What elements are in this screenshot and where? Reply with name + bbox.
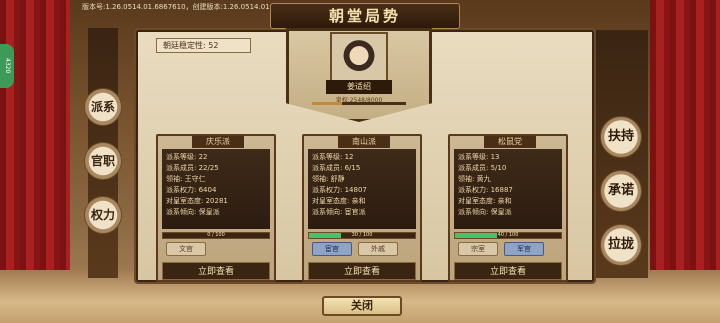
faction-stance: 派系倾向: 宦官派 (312, 208, 366, 216)
faction-name: 松鼠党 (484, 136, 536, 148)
faction-leader: 领袖: 舒静 (312, 175, 345, 183)
recruit-button[interactable]: 拉拢 (600, 224, 642, 266)
faction-stance: 派系倾向: 保皇派 (458, 208, 512, 216)
power-tab[interactable]: 权力 (84, 196, 122, 234)
faction-tab[interactable]: 派系 (84, 88, 122, 126)
faction-attitude: 对皇室态度: 20281 (166, 197, 228, 205)
faction-card: 松鼠党 派系等级: 13 派系成员: 5/10 领袖: 黄九 派系权力: 168… (448, 134, 568, 282)
faction-attitude: 对皇室态度: 亲和 (312, 197, 366, 205)
view-faction-button[interactable]: 立即查看 (454, 262, 562, 280)
close-button[interactable]: 关闭 (322, 296, 402, 316)
faction-members: 派系成员: 5/10 (458, 164, 507, 172)
faction-tag: 文官 (166, 242, 206, 256)
progress-text: 0 / 100 (207, 232, 225, 238)
faction-info: 派系等级: 13 派系成员: 5/10 领袖: 黄九 派系权力: 16887 对… (454, 149, 562, 229)
support-button[interactable]: 扶持 (600, 116, 642, 158)
side-resource-tab[interactable]: 4320 (0, 44, 14, 88)
faction-progress: 0 / 100 (162, 232, 270, 239)
game-screen: 4320 派系 官职 权力 扶持 承诺 拉拢 版本号:1.26.0514.01.… (0, 0, 720, 323)
view-faction-button[interactable]: 立即查看 (308, 262, 416, 280)
faction-level: 派系等级: 22 (166, 153, 208, 161)
faction-attitude: 对皇室态度: 亲和 (458, 197, 512, 205)
faction-tag: 军官 (504, 242, 544, 256)
faction-info: 派系等级: 22 派系成员: 22/25 领袖: 王守仁 派系权力: 6404 … (162, 149, 270, 229)
faction-name: 庆乐派 (192, 136, 244, 148)
office-tab[interactable]: 官职 (84, 142, 122, 180)
page-title: 朝堂局势 (270, 3, 460, 29)
faction-leader: 领袖: 王守仁 (166, 175, 206, 183)
faction-tag: 宦官 (312, 242, 352, 256)
prestige-bar (312, 102, 406, 105)
faction-progress: 40 / 100 (454, 232, 562, 239)
faction-members: 派系成员: 6/15 (312, 164, 361, 172)
progress-text: 30 / 100 (351, 232, 373, 238)
faction-leader: 领袖: 黄九 (458, 175, 491, 183)
faction-power: 派系权力: 6404 (166, 186, 217, 194)
faction-power: 派系权力: 14807 (312, 186, 367, 194)
faction-name: 南山派 (338, 136, 390, 148)
faction-members: 派系成员: 22/25 (166, 164, 219, 172)
emperor-name: 姜适绍 (326, 80, 392, 94)
faction-card: 庆乐派 派系等级: 22 派系成员: 22/25 领袖: 王守仁 派系权力: 6… (156, 134, 276, 282)
promise-button[interactable]: 承诺 (600, 170, 642, 212)
faction-tag: 宗室 (458, 242, 498, 256)
court-stability: 朝廷稳定性: 52 (156, 38, 251, 53)
faction-tag: 外戚 (358, 242, 398, 256)
prestige-fill (312, 102, 343, 105)
faction-card: 南山派 派系等级: 12 派系成员: 6/15 领袖: 舒静 派系权力: 148… (302, 134, 422, 282)
faction-level: 派系等级: 12 (312, 153, 354, 161)
faction-level: 派系等级: 13 (458, 153, 500, 161)
faction-power: 派系权力: 16887 (458, 186, 513, 194)
view-faction-button[interactable]: 立即查看 (162, 262, 270, 280)
faction-info: 派系等级: 12 派系成员: 6/15 领袖: 舒静 派系权力: 14807 对… (308, 149, 416, 229)
faction-stance: 派系倾向: 保皇派 (166, 208, 220, 216)
progress-text: 40 / 100 (497, 232, 519, 238)
faction-progress: 30 / 100 (308, 232, 416, 239)
